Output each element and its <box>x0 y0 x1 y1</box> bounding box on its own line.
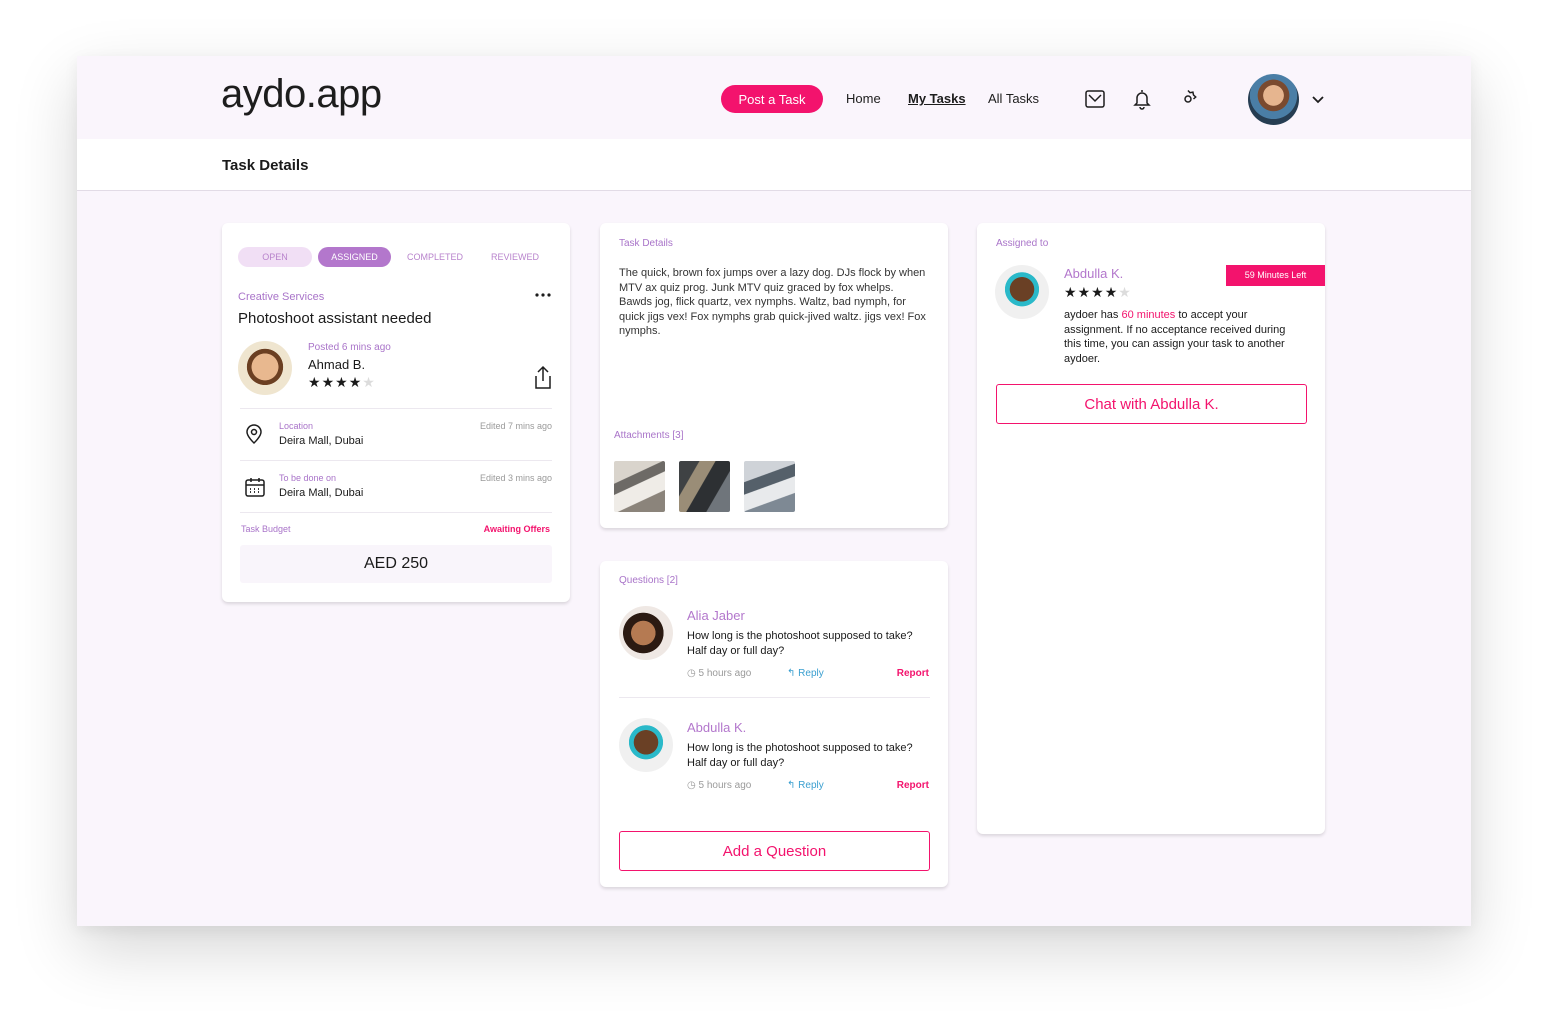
calendar-icon <box>244 476 266 498</box>
user-avatar[interactable] <box>1248 74 1299 125</box>
add-question-button[interactable]: Add a Question <box>619 831 930 871</box>
report-button[interactable]: Report <box>897 780 929 791</box>
divider <box>619 697 930 698</box>
question-time: ◷ 5 hours ago <box>687 668 752 679</box>
task-category: Creative Services <box>238 291 325 303</box>
attachments-label: Attachments [3] <box>614 430 684 441</box>
status-pill-reviewed[interactable]: REVIEWED <box>478 247 552 267</box>
bell-icon[interactable] <box>1131 88 1153 110</box>
star-icon: ★ <box>348 374 363 390</box>
date-edited: Edited 3 mins ago <box>479 473 552 483</box>
assigned-label: Assigned to <box>996 238 1049 249</box>
budget-label: Task Budget <box>241 524 291 534</box>
mail-icon[interactable] <box>1084 88 1106 110</box>
poster-avatar[interactable] <box>238 341 292 395</box>
divider <box>240 408 552 409</box>
star-icon: ★ <box>1064 284 1078 300</box>
attachment-thumbnail[interactable] <box>614 461 665 512</box>
star-icon: ★ <box>308 374 322 390</box>
chat-button[interactable]: Chat with Abdulla K. <box>996 384 1307 424</box>
date-value: Deira Mall, Dubai <box>279 487 364 499</box>
subheader: Task Details <box>77 139 1471 191</box>
status-pill-open[interactable]: OPEN <box>238 247 312 267</box>
question-time: ◷ 5 hours ago <box>687 780 752 791</box>
star-empty-icon: ★ <box>1118 284 1132 300</box>
logo[interactable]: aydo.app <box>221 72 382 117</box>
question-avatar[interactable] <box>619 718 673 772</box>
status-pill-completed[interactable]: COMPLETED <box>398 247 472 267</box>
clock-icon: ◷ <box>687 668 699 679</box>
report-button[interactable]: Report <box>897 668 929 679</box>
star-icon: ★ <box>1077 284 1092 300</box>
nav-my-tasks[interactable]: My Tasks <box>908 91 966 106</box>
poster-name[interactable]: Ahmad B. <box>308 357 365 372</box>
star-icon: ★ <box>321 374 336 390</box>
divider <box>240 512 552 513</box>
post-task-button[interactable]: Post a Task <box>721 85 823 113</box>
attachment-thumbnail[interactable] <box>679 461 730 512</box>
assigned-card: Assigned to Abdulla K. 59 Minutes Left ★… <box>977 223 1325 834</box>
budget-amount: AED 250 <box>240 545 552 583</box>
page-title: Task Details <box>222 157 309 174</box>
assignee-rating: ★★★★★ <box>1064 284 1132 301</box>
location-label: Location <box>279 421 314 431</box>
star-icon: ★ <box>1104 284 1119 300</box>
clock-icon: ◷ <box>687 780 699 791</box>
reply-button[interactable]: ↰ Reply <box>787 668 824 679</box>
task-card: OPEN ASSIGNED COMPLETED REVIEWED Creativ… <box>222 223 570 602</box>
status-pill-assigned[interactable]: ASSIGNED <box>318 247 391 267</box>
date-label: To be done on <box>279 473 337 483</box>
app-window: aydo.app Post a Task Home My Tasks All T… <box>77 56 1471 926</box>
question-author[interactable]: Alia Jaber <box>687 608 745 623</box>
assignee-name[interactable]: Abdulla K. <box>1064 266 1123 281</box>
divider <box>240 460 552 461</box>
reply-button[interactable]: ↰ Reply <box>787 780 824 791</box>
posted-time: Posted 6 mins ago <box>308 342 391 353</box>
details-label: Task Details <box>619 238 673 249</box>
gear-icon[interactable] <box>1177 88 1199 110</box>
attachment-thumbnail[interactable] <box>744 461 795 512</box>
question-author[interactable]: Abdulla K. <box>687 720 746 735</box>
poster-rating: ★★★★★ <box>308 374 376 391</box>
chevron-down-icon[interactable] <box>1309 90 1327 108</box>
budget-status: Awaiting Offers <box>483 524 550 534</box>
question-avatar[interactable] <box>619 606 673 660</box>
location-pin-icon <box>243 423 265 445</box>
questions-label: Questions [2] <box>619 575 678 586</box>
assignee-avatar[interactable] <box>995 265 1049 319</box>
star-icon: ★ <box>1091 284 1105 300</box>
nav-home[interactable]: Home <box>846 91 881 106</box>
question-text: How long is the photoshoot supposed to t… <box>687 630 913 657</box>
share-icon[interactable] <box>532 365 554 391</box>
details-text: The quick, brown fox jumps over a lazy d… <box>619 267 926 337</box>
nav-all-tasks[interactable]: All Tasks <box>988 91 1039 106</box>
top-header: aydo.app Post a Task Home My Tasks All T… <box>77 56 1471 139</box>
more-options-icon[interactable] <box>533 287 553 303</box>
star-icon: ★ <box>335 374 349 390</box>
assignment-notice: aydoer has 60 minutes to accept your ass… <box>1064 309 1286 365</box>
task-title: Photoshoot assistant needed <box>238 310 432 327</box>
location-value: Deira Mall, Dubai <box>279 435 364 447</box>
location-edited: Edited 7 mins ago <box>479 421 552 431</box>
reply-icon: ↰ <box>787 668 799 679</box>
task-details-card: Task Details The quick, brown fox jumps … <box>600 223 948 528</box>
star-empty-icon: ★ <box>362 374 376 390</box>
timer-badge: 59 Minutes Left <box>1226 265 1325 286</box>
questions-card: Questions [2] Alia Jaber How long is the… <box>600 561 948 887</box>
reply-icon: ↰ <box>787 780 799 791</box>
question-text: How long is the photoshoot supposed to t… <box>687 742 913 769</box>
